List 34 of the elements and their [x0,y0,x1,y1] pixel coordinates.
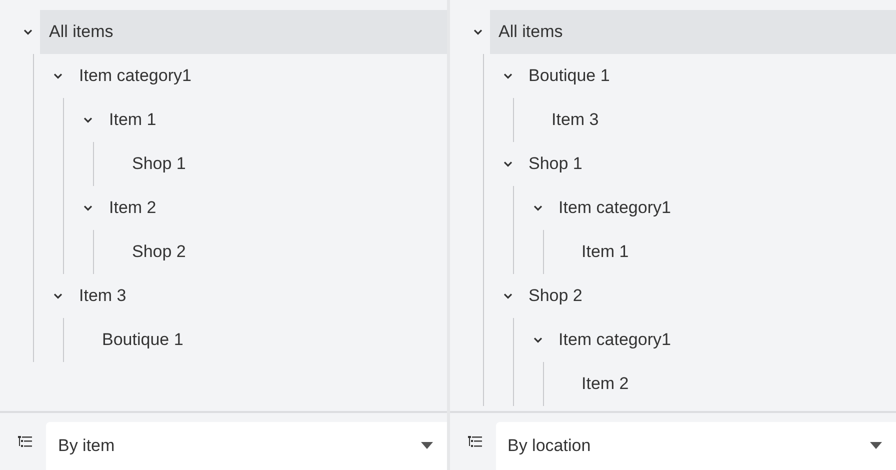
chevron-down-icon[interactable] [23,27,33,37]
tree-item[interactable]: Item 2 [100,186,446,230]
chevron-down-icon[interactable] [502,159,512,169]
chevron-down-icon[interactable] [532,203,542,213]
tree-item[interactable]: Shop 2 [106,230,446,274]
tree-item[interactable]: Item 1 [100,98,446,142]
grouping-dropdown[interactable]: By location [496,422,896,470]
tree-item[interactable]: All items [40,10,446,54]
tree-item[interactable]: Item category1 [550,186,896,230]
tree-item[interactable]: Boutique 1 [76,318,446,362]
tree-item[interactable]: Item 3 [526,98,896,142]
tree-item[interactable]: All items [490,10,896,54]
tree-item[interactable]: Item 1 [556,230,896,274]
tree-item[interactable]: Shop 1 [520,142,896,186]
tree-item[interactable]: Shop 2 [520,274,896,318]
caret-down-icon [420,442,432,449]
tree-item[interactable]: Item category1 [550,318,896,362]
tree-item[interactable]: Item 2 [556,362,896,406]
chevron-down-icon[interactable] [502,71,512,81]
tree-item[interactable]: Shop 1 [106,142,446,186]
caret-down-icon [870,442,882,449]
tree-item[interactable]: Item category1 [70,54,446,98]
chevron-down-icon[interactable] [53,71,63,81]
chevron-down-icon[interactable] [83,203,93,213]
chevron-down-icon[interactable] [502,291,512,301]
tree-item[interactable]: Item 3 [70,274,446,318]
chevron-down-icon[interactable] [83,115,93,125]
chevron-down-icon[interactable] [53,291,63,301]
tree-list-icon[interactable] [18,434,32,448]
chevron-down-icon[interactable] [532,335,542,345]
chevron-down-icon[interactable] [472,27,482,37]
tree-list-icon[interactable] [468,434,482,448]
grouping-dropdown[interactable]: By item [46,422,446,470]
tree-item[interactable]: Boutique 1 [520,54,896,98]
